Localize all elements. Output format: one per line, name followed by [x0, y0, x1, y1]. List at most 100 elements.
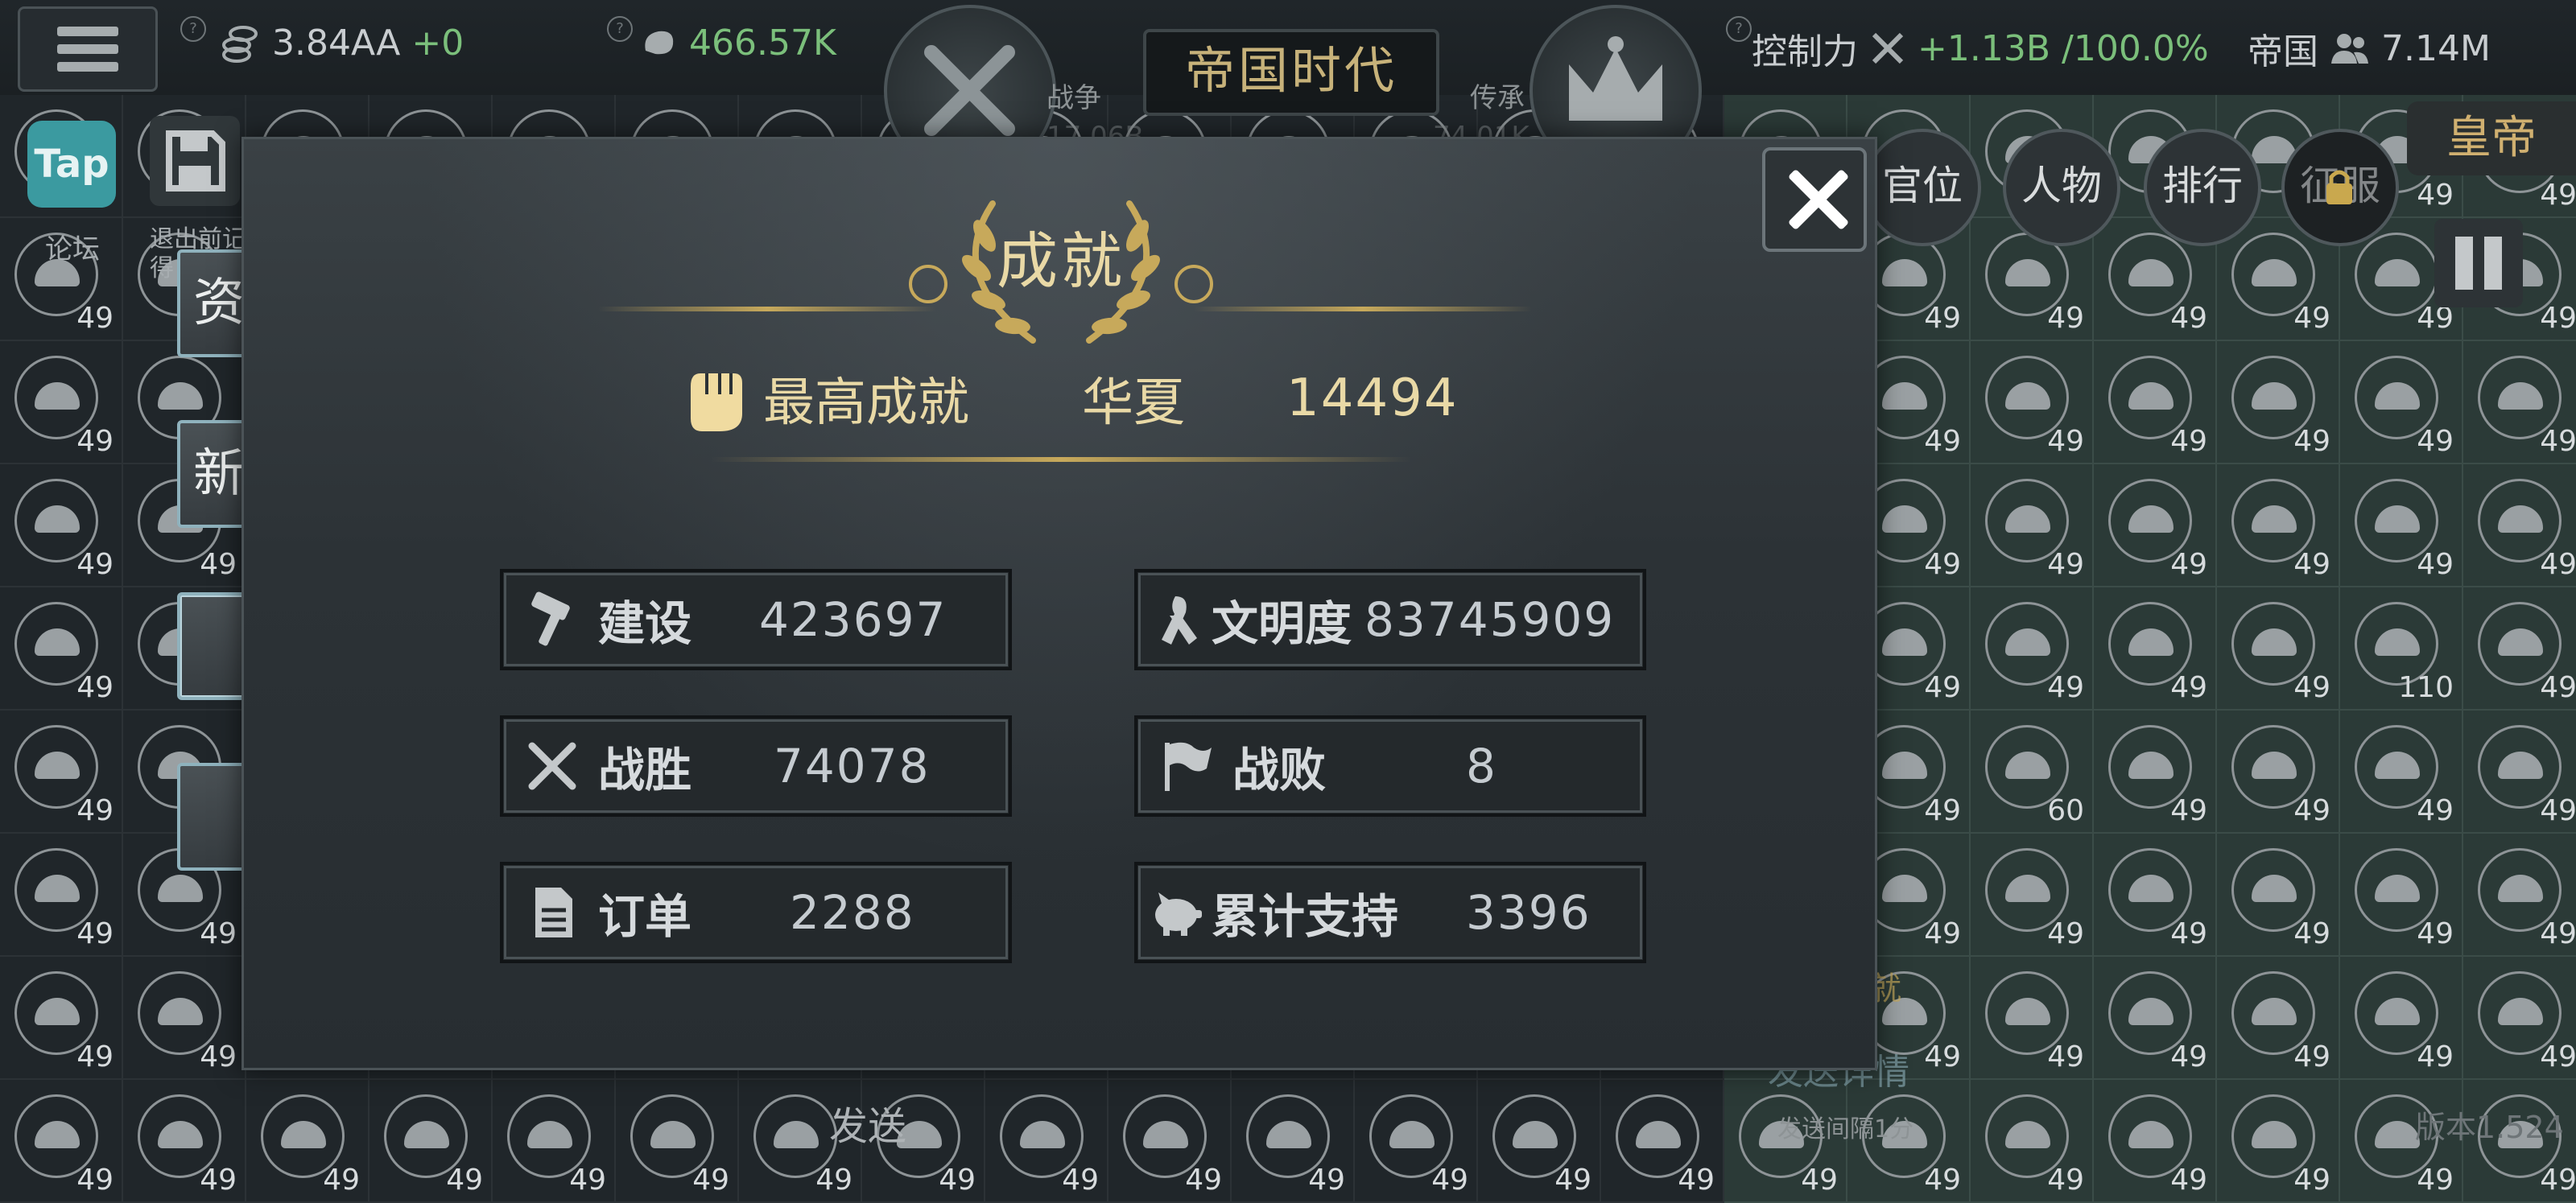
pause-button[interactable] — [2434, 219, 2523, 307]
tile-level: 49 — [2417, 917, 2454, 950]
map-tile[interactable]: 49 — [2094, 957, 2217, 1080]
tile-level: 49 — [815, 1164, 852, 1197]
map-tile[interactable]: 49 — [1478, 1080, 1601, 1203]
tile-level: 49 — [2170, 1164, 2207, 1197]
map-tile[interactable]: 49 — [2094, 711, 2217, 834]
map-tile[interactable]: 49 — [616, 1080, 739, 1203]
stat-victories-label: 战胜 — [598, 743, 692, 797]
map-tile[interactable]: 49 — [2340, 464, 2463, 587]
map-tile[interactable]: 49 — [493, 1080, 616, 1203]
tile-level: 49 — [1924, 1040, 1961, 1073]
map-tile[interactable]: 110 — [2340, 587, 2463, 711]
save-button[interactable] — [150, 116, 240, 206]
map-tile[interactable]: 49 — [2094, 1080, 2217, 1203]
tile-level: 49 — [1924, 917, 1961, 950]
help-icon[interactable]: ? — [180, 16, 206, 42]
map-tile[interactable]: 49 — [0, 711, 123, 834]
hamburger-icon — [57, 27, 118, 36]
map-tile[interactable]: 49 — [369, 1080, 493, 1203]
nav-button-office[interactable]: 官位 — [1864, 129, 1981, 246]
map-tile[interactable]: 60 — [1971, 711, 2094, 834]
map-tile[interactable]: 49 — [0, 1080, 123, 1203]
tile-level: 49 — [2293, 1164, 2330, 1197]
tile-level: 49 — [2293, 794, 2330, 827]
tile-level: 49 — [2417, 548, 2454, 581]
tile-level: 49 — [1431, 1164, 1468, 1197]
map-tile[interactable]: 49 — [2463, 587, 2576, 711]
map-tile[interactable]: 49 — [2340, 341, 2463, 464]
map-tile[interactable]: 49 — [1971, 834, 2094, 957]
map-tile[interactable]: 49 — [2094, 834, 2217, 957]
map-tile[interactable]: 49 — [2340, 957, 2463, 1080]
map-tile[interactable]: 49 — [123, 957, 246, 1080]
map-tile[interactable]: 49 — [1108, 1080, 1232, 1203]
map-tile[interactable]: 49 — [1971, 341, 2094, 464]
nav-button-conquer[interactable]: 征服 — [2281, 129, 2399, 246]
divider — [711, 457, 1411, 462]
map-tile[interactable]: 49 — [2217, 464, 2340, 587]
map-tile[interactable]: 49 — [246, 1080, 369, 1203]
stat-construction-label: 建设 — [598, 596, 692, 651]
tile-level: 49 — [2047, 1164, 2084, 1197]
pause-icon — [2484, 237, 2502, 290]
menu-button[interactable] — [18, 6, 158, 92]
map-tile[interactable]: 49 — [2217, 957, 2340, 1080]
top-bar: ? 3.84AA +0 ? 466.57K 战争 17.06B 帝国时代 传承 … — [0, 0, 2576, 177]
tile-level: 49 — [2540, 1164, 2576, 1197]
control-value: +1.13B — [1918, 27, 2051, 69]
map-tile[interactable]: 49 — [2094, 341, 2217, 464]
map-tile[interactable]: 49 — [2217, 1080, 2340, 1203]
coins-icon — [222, 25, 258, 63]
tap-button[interactable]: Tap — [27, 121, 116, 208]
tile-level: 49 — [323, 1164, 360, 1197]
map-tile[interactable]: 49 — [0, 341, 123, 464]
nav-button-characters[interactable]: 人物 — [2003, 129, 2120, 246]
rank-badge[interactable]: 皇帝 — [2407, 101, 2576, 175]
close-icon[interactable] — [1762, 147, 1867, 252]
map-tile[interactable]: 49 — [1971, 957, 2094, 1080]
tile-level: 49 — [76, 548, 114, 581]
help-icon[interactable]: ? — [607, 16, 633, 42]
tile-level: 49 — [2170, 302, 2207, 335]
tile-level: 49 — [2417, 1164, 2454, 1197]
map-tile[interactable]: 49 — [0, 464, 123, 587]
map-tile[interactable]: 49 — [2217, 711, 2340, 834]
map-tile[interactable]: 49 — [985, 1080, 1108, 1203]
tile-level: 49 — [2417, 794, 2454, 827]
map-tile[interactable]: 49 — [1232, 1080, 1355, 1203]
divider — [1194, 307, 1532, 311]
map-tile[interactable]: 49 — [2463, 464, 2576, 587]
map-tile[interactable]: 49 — [0, 587, 123, 711]
map-tile[interactable]: 49 — [0, 957, 123, 1080]
chat-send-button[interactable]: 发送 — [829, 1094, 906, 1151]
stat-victories: 战胜 74078 — [500, 715, 1012, 817]
map-tile[interactable]: 49 — [1601, 1080, 1724, 1203]
map-tile[interactable]: 49 — [2094, 587, 2217, 711]
tile-level: 49 — [2417, 1040, 2454, 1073]
map-tile[interactable]: 49 — [2340, 711, 2463, 834]
tile-level: 49 — [2170, 548, 2207, 581]
map-tile[interactable]: 49 — [2463, 834, 2576, 957]
map-tile[interactable]: 49 — [1971, 587, 2094, 711]
nav-button-ranking[interactable]: 排行 — [2144, 129, 2261, 246]
help-icon[interactable]: ? — [1726, 16, 1752, 42]
tile-level: 49 — [2540, 917, 2576, 950]
map-tile[interactable]: 49 — [123, 1080, 246, 1203]
forum-label: 论坛 — [45, 233, 100, 266]
floppy-disk-icon — [166, 130, 225, 192]
map-tile[interactable]: 49 — [1355, 1080, 1478, 1203]
map-tile[interactable]: 49 — [1971, 1080, 2094, 1203]
map-tile[interactable]: 49 — [2217, 587, 2340, 711]
map-tile[interactable]: 49 — [2463, 711, 2576, 834]
map-tile[interactable]: 49 — [2094, 464, 2217, 587]
map-tile[interactable]: 49 — [0, 834, 123, 957]
map-tile[interactable]: 49 — [2217, 834, 2340, 957]
tile-level: 49 — [76, 1164, 114, 1197]
map-tile[interactable]: 49 — [2463, 957, 2576, 1080]
tile-level: 110 — [2398, 671, 2454, 704]
map-tile[interactable]: 49 — [2463, 341, 2576, 464]
map-tile[interactable]: 49 — [1971, 464, 2094, 587]
map-tile[interactable]: 49 — [2340, 834, 2463, 957]
map-tile[interactable]: 49 — [2217, 341, 2340, 464]
tile-level: 49 — [200, 1164, 237, 1197]
